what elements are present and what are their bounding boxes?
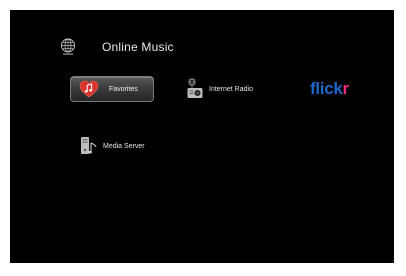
globe-icon: [61, 38, 75, 55]
media-server-label: Media Server: [103, 142, 145, 150]
heart-music-icon: [79, 80, 99, 98]
online-music-screen: Online Music Favorites Internet Radio fl…: [10, 10, 394, 263]
page-title: Online Music: [102, 40, 174, 54]
flickr-logo[interactable]: flickr: [310, 79, 349, 99]
internet-radio-label: Internet Radio: [209, 85, 253, 93]
internet-radio-button[interactable]: Internet Radio: [186, 78, 253, 100]
header: Online Music: [60, 38, 174, 56]
radio-icon: [187, 78, 203, 98]
favorites-button[interactable]: Favorites: [70, 76, 154, 102]
media-server-icon: [81, 137, 97, 154]
flickr-logo-text-blue: fl: [310, 79, 320, 98]
flickr-logo-text-blue-2: ick: [319, 79, 343, 98]
flickr-logo-text-pink: r: [342, 79, 350, 98]
favorites-label: Favorites: [109, 85, 138, 93]
media-server-button[interactable]: Media Server: [80, 135, 145, 157]
